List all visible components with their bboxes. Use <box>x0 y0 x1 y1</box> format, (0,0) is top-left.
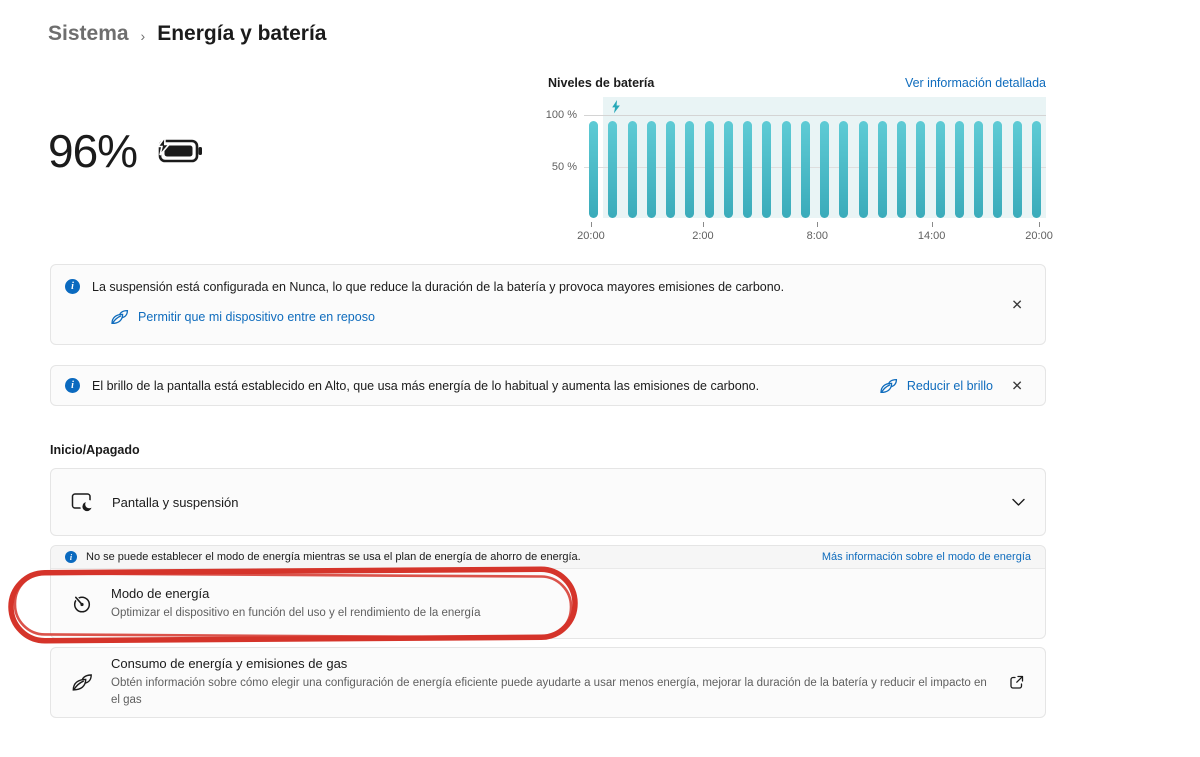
row-title: Modo de energía <box>111 586 480 601</box>
x-axis-label: 8:00 <box>807 230 828 242</box>
eco-leaf-icon <box>110 308 129 326</box>
chart-bar <box>839 121 848 218</box>
banner-action-label: Reducir el brillo <box>907 379 993 393</box>
chart-bar <box>685 121 694 218</box>
x-axis-label: 2:00 <box>692 230 713 242</box>
sleep-warning-banner: i La suspensión está configurada en Nunc… <box>50 264 1046 345</box>
x-axis-tick <box>932 222 933 227</box>
breadcrumb-separator-icon: › <box>141 25 146 44</box>
info-icon: i <box>65 279 80 294</box>
breadcrumb: Sistema › Energía y batería <box>48 22 326 46</box>
chart-bar <box>859 121 868 218</box>
row-subtitle: Optimizar el dispositivo en función del … <box>111 605 480 622</box>
chart-plot-area: 100 % 50 % <box>584 97 1046 221</box>
banner-text: La suspensión está configurada en Nunca,… <box>92 280 784 294</box>
close-icon[interactable]: ✕ <box>1005 292 1029 317</box>
power-mode-more-info-link[interactable]: Más información sobre el modo de energía <box>822 551 1031 563</box>
power-mode-card: i No se puede establecer el modo de ener… <box>50 545 1046 639</box>
chart-bars <box>584 97 1046 218</box>
external-link-icon <box>1008 674 1025 691</box>
row-title: Consumo de energía y emisiones de gas <box>111 656 990 671</box>
y-axis-label-100: 100 % <box>546 109 577 121</box>
info-icon: i <box>65 378 80 393</box>
power-mode-row[interactable]: Modo de energía Optimizar el dispositivo… <box>51 569 1045 638</box>
chart-title: Niveles de batería <box>548 76 654 90</box>
chart-bar <box>916 121 925 218</box>
chart-x-axis: 20:002:008:0014:0020:00 <box>584 221 1046 249</box>
y-axis-label-50: 50 % <box>552 161 577 173</box>
row-title: Pantalla y suspensión <box>112 495 238 510</box>
chart-bar <box>666 121 675 218</box>
chart-bar <box>762 121 771 218</box>
chevron-down-icon[interactable] <box>1012 498 1025 507</box>
allow-sleep-link[interactable]: Permitir que mi dispositivo entre en rep… <box>110 308 985 326</box>
eco-leaf-icon <box>71 672 93 693</box>
chart-bar <box>993 121 1002 218</box>
chart-bar <box>878 121 887 218</box>
chart-bar <box>647 121 656 218</box>
breadcrumb-parent[interactable]: Sistema <box>48 22 129 46</box>
chart-bar <box>820 121 829 218</box>
power-mode-infobar: i No se puede establecer el modo de ener… <box>51 546 1045 569</box>
energy-emissions-card[interactable]: Consumo de energía y emisiones de gas Ob… <box>50 647 1046 718</box>
x-axis-tick <box>817 222 818 227</box>
x-axis-label: 20:00 <box>1025 230 1053 242</box>
eco-leaf-icon <box>879 377 898 395</box>
chart-bar <box>782 121 791 218</box>
chart-bar <box>724 121 733 218</box>
chart-bar <box>801 121 810 218</box>
chart-bar <box>628 121 637 218</box>
brightness-warning-banner: i El brillo de la pantalla está establec… <box>50 365 1046 406</box>
see-detailed-info-link[interactable]: Ver información detallada <box>905 76 1046 90</box>
chart-bar <box>589 121 598 218</box>
x-axis-label: 20:00 <box>577 230 605 242</box>
x-axis-label: 14:00 <box>918 230 946 242</box>
chart-bar <box>608 121 617 218</box>
battery-levels-chart: Niveles de batería Ver información detal… <box>548 76 1046 249</box>
chart-bar <box>705 121 714 218</box>
screen-sleep-icon <box>71 492 94 513</box>
section-label: Inicio/Apagado <box>50 443 140 457</box>
chart-bar <box>1032 121 1041 218</box>
display-sleep-card[interactable]: Pantalla y suspensión <box>50 468 1046 536</box>
close-icon[interactable]: ✕ <box>1005 373 1029 398</box>
banner-text: El brillo de la pantalla está establecid… <box>92 379 759 393</box>
banner-action-label: Permitir que mi dispositivo entre en rep… <box>138 310 375 324</box>
info-icon: i <box>65 551 77 563</box>
infobar-text: No se puede establecer el modo de energí… <box>86 551 581 563</box>
x-axis-tick <box>703 222 704 227</box>
chart-bar <box>897 121 906 218</box>
x-axis-tick <box>591 222 592 227</box>
settings-page: Sistema › Energía y batería 96% Niveles … <box>0 0 1200 757</box>
battery-charging-icon <box>153 136 203 166</box>
gauge-icon <box>71 593 93 615</box>
row-subtitle: Obtén información sobre cómo elegir una … <box>111 675 990 708</box>
x-axis-tick <box>1039 222 1040 227</box>
chart-bar <box>936 121 945 218</box>
chart-bar <box>1013 121 1022 218</box>
reduce-brightness-link[interactable]: Reducir el brillo <box>879 377 993 395</box>
page-title: Energía y batería <box>157 22 326 46</box>
chart-bar <box>955 121 964 218</box>
battery-summary: 96% <box>48 124 203 178</box>
chart-bar <box>743 121 752 218</box>
battery-percent: 96% <box>48 124 137 178</box>
chart-bar <box>974 121 983 218</box>
